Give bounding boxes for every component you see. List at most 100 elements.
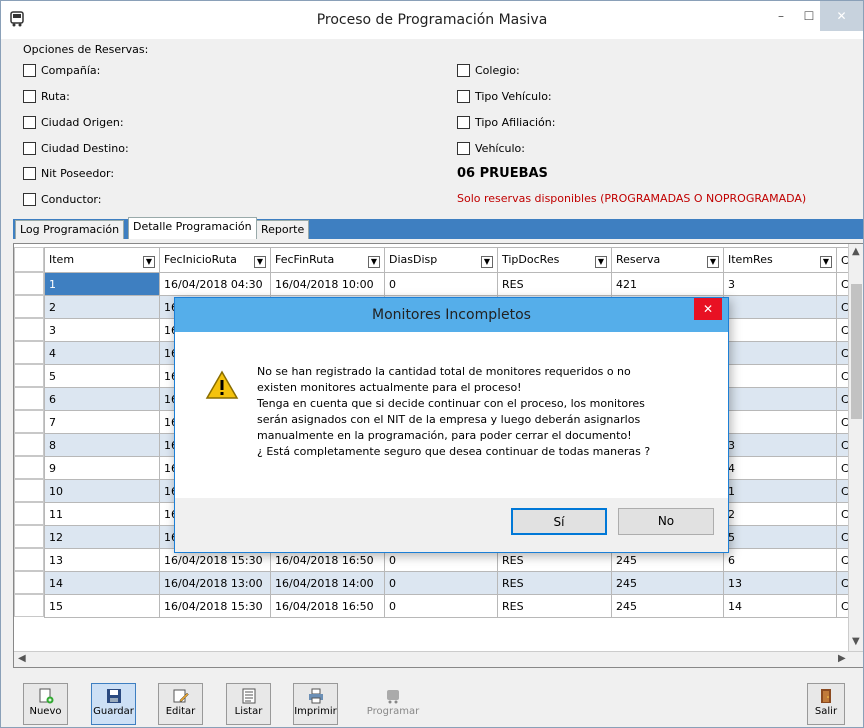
filter-dropdown-icon[interactable]: ▼ — [820, 255, 832, 268]
row-header[interactable] — [14, 571, 44, 594]
checkbox-box[interactable] — [457, 89, 470, 103]
table-cell[interactable]: 3 — [723, 433, 837, 457]
table-row[interactable]: 14 16/04/2018 13:00 16/04/2018 14:00 0 RES 24… — [44, 571, 857, 595]
table-cell[interactable]: 4 — [723, 456, 837, 480]
table-cell[interactable]: 6 — [44, 387, 160, 411]
row-header[interactable] — [14, 387, 44, 410]
vertical-scrollbar[interactable]: ▲ ▼ — [848, 244, 863, 654]
table-cell[interactable]: 3 — [44, 318, 160, 342]
table-cell[interactable]: 3 — [723, 272, 837, 296]
table-cell[interactable]: 16/04/2018 04:30 — [159, 272, 271, 296]
listar-button[interactable]: Listar — [226, 683, 271, 725]
table-cell[interactable]: 11 — [44, 502, 160, 526]
filter-dropdown-icon[interactable]: ▼ — [254, 255, 266, 268]
table-cell[interactable]: 1 — [723, 479, 837, 503]
checkbox-box[interactable] — [23, 192, 36, 206]
row-header[interactable] — [14, 548, 44, 571]
column-header-fecinicioruta[interactable]: FecInicioRuta ▼ — [159, 247, 271, 273]
table-cell[interactable]: 6 — [723, 548, 837, 572]
column-header-reserva[interactable]: Reserva ▼ — [611, 247, 724, 273]
row-header[interactable] — [14, 272, 44, 295]
table-cell[interactable]: 4 — [44, 341, 160, 365]
filter-dropdown-icon[interactable]: ▼ — [368, 255, 380, 268]
table-cell[interactable]: 14 — [723, 594, 837, 618]
table-cell[interactable]: 0 — [384, 272, 498, 296]
checkbox-ciudad-destino[interactable]: Ciudad Destino: — [23, 140, 129, 156]
scroll-left-icon[interactable]: ◀ — [18, 653, 26, 664]
table-cell[interactable]: 2 — [44, 295, 160, 319]
close-button[interactable]: ✕ — [820, 1, 863, 31]
table-cell[interactable]: 0 — [384, 571, 498, 595]
checkbox-ciudad-origen[interactable]: Ciudad Origen: — [23, 114, 124, 130]
checkbox-box[interactable] — [23, 89, 36, 103]
table-cell[interactable]: 13 — [723, 571, 837, 595]
nuevo-button[interactable]: Nuevo — [23, 683, 68, 725]
checkbox-box[interactable] — [23, 115, 36, 129]
table-cell[interactable]: RES — [497, 594, 612, 618]
column-header-itemres[interactable]: ItemRes ▼ — [723, 247, 837, 273]
column-header-item[interactable]: Item ▼ — [44, 247, 160, 273]
row-header[interactable] — [14, 594, 44, 617]
scroll-down-icon[interactable]: ▼ — [852, 636, 860, 647]
checkbox-box[interactable] — [23, 166, 36, 180]
table-cell[interactable] — [723, 295, 837, 319]
table-cell[interactable]: RES — [497, 571, 612, 595]
checkbox-box[interactable] — [457, 141, 470, 155]
table-cell[interactable]: 15 — [44, 594, 160, 618]
row-header[interactable] — [14, 456, 44, 479]
table-cell[interactable]: 421 — [611, 272, 724, 296]
scroll-right-icon[interactable]: ▶ — [838, 653, 846, 664]
table-cell[interactable]: 5 — [723, 525, 837, 549]
scroll-up-icon[interactable]: ▲ — [852, 246, 860, 257]
table-cell[interactable]: 16/04/2018 10:00 — [270, 272, 385, 296]
table-cell[interactable] — [723, 410, 837, 434]
imprimir-button[interactable]: Imprimir — [293, 683, 338, 725]
table-cell[interactable]: 16/04/2018 13:00 — [159, 571, 271, 595]
filter-dropdown-icon[interactable]: ▼ — [481, 255, 493, 268]
dialog-close-button[interactable]: ✕ — [694, 298, 722, 320]
table-cell[interactable] — [723, 341, 837, 365]
checkbox-colegio[interactable]: Colegio: — [457, 62, 520, 78]
checkbox-box[interactable] — [457, 63, 470, 77]
checkbox-compania[interactable]: Compañía: — [23, 62, 100, 78]
table-cell[interactable] — [723, 364, 837, 388]
salir-button[interactable]: Salir — [807, 683, 845, 725]
checkbox-vehiculo[interactable]: Vehículo: — [457, 140, 525, 156]
table-cell[interactable]: 245 — [611, 571, 724, 595]
table-cell[interactable]: 16/04/2018 15:30 — [159, 594, 271, 618]
table-cell[interactable]: RES — [497, 272, 612, 296]
checkbox-conductor[interactable]: Conductor: — [23, 191, 101, 207]
minimize-button[interactable]: – — [766, 1, 796, 31]
checkbox-box[interactable] — [23, 63, 36, 77]
checkbox-nit-poseedor[interactable]: Nit Poseedor: — [23, 165, 114, 181]
column-header-diasdisp[interactable]: DiasDisp ▼ — [384, 247, 498, 273]
checkbox-box[interactable] — [23, 141, 36, 155]
row-header[interactable] — [14, 318, 44, 341]
checkbox-ruta[interactable]: Ruta: — [23, 88, 70, 104]
table-cell[interactable] — [723, 387, 837, 411]
table-cell[interactable]: 5 — [44, 364, 160, 388]
table-cell[interactable]: 10 — [44, 479, 160, 503]
table-cell[interactable]: 245 — [611, 594, 724, 618]
table-cell[interactable]: 16/04/2018 16:50 — [270, 594, 385, 618]
tab-reporte[interactable]: Reporte — [256, 220, 310, 239]
scroll-thumb[interactable] — [851, 284, 862, 419]
row-header[interactable] — [14, 364, 44, 387]
table-cell[interactable]: 8 — [44, 433, 160, 457]
table-cell[interactable]: 12 — [44, 525, 160, 549]
column-header-tipdocres[interactable]: TipDocRes ▼ — [497, 247, 612, 273]
table-row[interactable]: 15 16/04/2018 15:30 16/04/2018 16:50 0 RES 24… — [44, 594, 857, 618]
table-cell[interactable]: 13 — [44, 548, 160, 572]
filter-dropdown-icon[interactable]: ▼ — [707, 255, 719, 268]
checkbox-box[interactable] — [457, 115, 470, 129]
table-cell[interactable]: 9 — [44, 456, 160, 480]
no-button[interactable]: No — [618, 508, 714, 535]
tab-detalle-programacion[interactable]: Detalle Programación — [128, 217, 257, 239]
row-header[interactable] — [14, 525, 44, 548]
table-cell[interactable]: 1 — [44, 272, 160, 296]
checkbox-tipo-vehiculo[interactable]: Tipo Vehículo: — [457, 88, 552, 104]
programar-button[interactable]: Programar — [363, 683, 423, 725]
table-row[interactable]: 1 16/04/2018 04:30 16/04/2018 10:00 0 RES 421… — [44, 272, 857, 296]
guardar-button[interactable]: Guardar — [91, 683, 136, 725]
row-header[interactable] — [14, 502, 44, 525]
